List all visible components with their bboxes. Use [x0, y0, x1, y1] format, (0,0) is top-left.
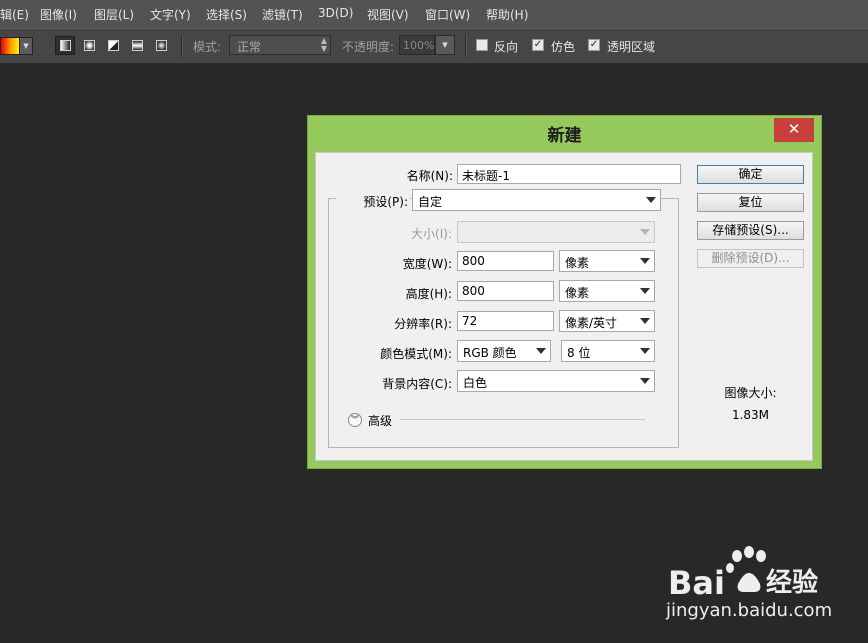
name-input[interactable]: 未标题-1 [457, 164, 681, 184]
menu-select[interactable]: 选择(S) [206, 6, 247, 23]
chevron-down-icon [640, 318, 650, 324]
diamond-gradient-button[interactable] [151, 36, 171, 55]
background-select[interactable]: 白色 [457, 370, 655, 392]
reflected-gradient-icon [132, 40, 143, 51]
brand-right-text: 经验 [766, 567, 818, 598]
reflected-gradient-button[interactable] [127, 36, 147, 55]
menu-bar: 辑(E) 图像(I) 图层(L) 文字(Y) 选择(S) 滤镜(T) 3D(D)… [0, 0, 868, 28]
color-mode-label: 颜色模式(M): [380, 347, 452, 361]
opacity-input[interactable]: 100% [399, 35, 435, 55]
toolbar-divider [465, 35, 467, 57]
bit-depth-select[interactable]: 8 位 [561, 340, 655, 362]
menu-view[interactable]: 视图(V) [367, 6, 409, 23]
advanced-divider [400, 419, 645, 420]
dialog-title: 新建 [547, 126, 582, 146]
mode-label: 模式: [193, 40, 222, 54]
preset-select[interactable]: 自定 [412, 189, 661, 211]
height-unit-select[interactable]: 像素 [559, 280, 655, 302]
bit-depth-value: 8 位 [567, 346, 591, 360]
width-unit-value: 像素 [565, 256, 590, 270]
ok-button[interactable]: 确定 [697, 165, 804, 184]
dither-label: 仿色 [551, 40, 576, 54]
options-bar: ▼ 模式: 正常 ▲ ▼ 不透明度: 100% ▼ 反向 ✓ 仿色 ✓ 透明区域 [0, 28, 868, 64]
color-mode-select[interactable]: RGB 颜色 [457, 340, 551, 362]
resolution-unit-value: 像素/英寸 [565, 316, 618, 330]
menu-type[interactable]: 文字(Y) [150, 6, 191, 23]
advanced-label[interactable]: 高级 [368, 412, 392, 429]
menu-help[interactable]: 帮助(H) [486, 6, 528, 23]
toolbar-divider [181, 35, 183, 57]
resolution-input[interactable]: 72 [457, 311, 554, 331]
chevron-down-icon[interactable]: ▼ [435, 35, 455, 55]
stepper-icon: ▲ ▼ [320, 36, 327, 53]
chevron-down-icon [640, 348, 650, 354]
linear-gradient-button[interactable] [55, 36, 75, 55]
reverse-label: 反向 [494, 40, 519, 54]
chevron-down-icon [646, 197, 656, 203]
reset-button[interactable]: 复位 [697, 193, 804, 212]
angle-gradient-button[interactable] [103, 36, 123, 55]
size-select [457, 221, 655, 243]
color-mode-value: RGB 颜色 [463, 346, 517, 360]
mode-select[interactable]: 正常 ▲ ▼ [229, 35, 331, 55]
height-unit-value: 像素 [565, 286, 590, 300]
menu-3d[interactable]: 3D(D) [318, 6, 353, 20]
image-size-label: 图像大小: [724, 386, 777, 400]
paw-logo-icon [726, 546, 766, 592]
menu-image[interactable]: 图像(I) [40, 6, 77, 23]
name-label: 名称(N): [406, 169, 453, 183]
linear-gradient-icon [60, 40, 71, 51]
dialog-body: 名称(N): 未标题-1 预设(P): 自定 大小(I): 宽度(W): 800… [315, 152, 813, 461]
background-value: 白色 [463, 376, 488, 390]
delete-preset-button: 删除预设(D)... [697, 249, 804, 268]
diamond-gradient-icon [156, 40, 167, 51]
chevron-down-icon [640, 288, 650, 294]
dither-checkbox[interactable]: ✓ [532, 39, 544, 51]
chevron-down-icon [640, 258, 650, 264]
chevron-down-icon [536, 348, 546, 354]
menu-window[interactable]: 窗口(W) [425, 6, 470, 23]
watermark-graphic: Bai 经验 jingyan.baidu.com [665, 546, 832, 621]
height-input[interactable]: 800 [457, 281, 554, 301]
resolution-unit-select[interactable]: 像素/英寸 [559, 310, 655, 332]
menu-edit[interactable]: 辑(E) [0, 6, 29, 23]
brand-left-text: Bai [668, 564, 725, 602]
gradient-swatch[interactable] [0, 37, 21, 55]
menu-layer[interactable]: 图层(L) [94, 6, 134, 23]
chevron-down-icon[interactable]: ▼ [19, 37, 33, 55]
mode-value: 正常 [237, 40, 262, 54]
width-label: 宽度(W): [402, 257, 452, 271]
watermark-url: jingyan.baidu.com [665, 600, 832, 621]
close-icon[interactable]: ✕ [774, 118, 814, 142]
preset-label: 预设(P): [336, 193, 410, 210]
transparency-checkbox[interactable]: ✓ [588, 39, 600, 51]
save-preset-button[interactable]: 存储预设(S)... [697, 221, 804, 240]
opacity-label: 不透明度: [342, 40, 395, 54]
image-size-value: 1.83M [731, 408, 770, 422]
menu-filter[interactable]: 滤镜(T) [262, 6, 303, 23]
size-label: 大小(I): [411, 227, 452, 241]
radial-gradient-icon [84, 40, 95, 51]
radial-gradient-button[interactable] [79, 36, 99, 55]
transparency-label: 透明区域 [607, 40, 656, 54]
preset-value: 自定 [418, 195, 443, 209]
angle-gradient-icon [108, 40, 119, 51]
chevron-down-icon [640, 378, 650, 384]
reverse-checkbox[interactable] [476, 39, 488, 51]
background-label: 背景内容(C): [382, 377, 452, 391]
width-input[interactable]: 800 [457, 251, 554, 271]
expand-icon[interactable]: ︾ [348, 413, 362, 427]
chevron-down-icon [640, 229, 650, 235]
new-document-dialog: 新建 ✕ 名称(N): 未标题-1 预设(P): 自定 大小(I): 宽度(W)… [307, 115, 822, 469]
baidu-jingyan-watermark: Bai 经验 jingyan.baidu.com [664, 544, 868, 640]
resolution-label: 分辨率(R): [394, 317, 452, 331]
width-unit-select[interactable]: 像素 [559, 250, 655, 272]
height-label: 高度(H): [405, 287, 452, 301]
